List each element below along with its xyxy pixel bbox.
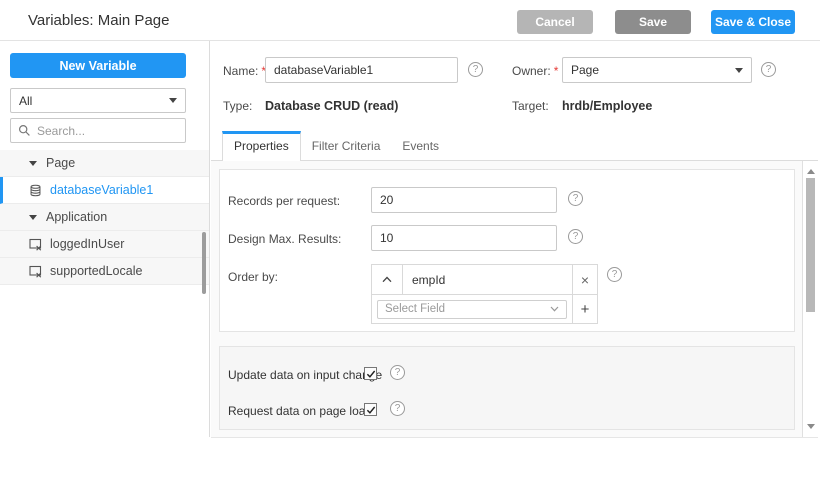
request-on-page-load-help-icon[interactable]: ? (390, 401, 405, 416)
order-by-widget: empId × Select Field + (371, 264, 598, 324)
required-marker: * (554, 64, 559, 78)
tree-item-label: databaseVariable1 (50, 183, 153, 197)
update-on-input-change-checkbox[interactable] (364, 367, 377, 380)
scroll-up-icon[interactable] (807, 169, 815, 174)
order-by-field-value: empId (403, 265, 572, 294)
design-max-results-input[interactable] (371, 225, 557, 251)
check-icon (366, 405, 376, 415)
tree-group-page[interactable]: Page (0, 150, 209, 177)
static-variable-icon (29, 265, 42, 278)
variables-dialog: Variables: Main Page ? Help New Variable… (0, 0, 820, 490)
new-variable-button[interactable]: New Variable (10, 53, 186, 78)
owner-label: Owner:* (512, 64, 558, 78)
tab-events[interactable]: Events (391, 131, 450, 161)
chevron-down-icon (169, 98, 177, 103)
static-variable-icon (29, 238, 42, 251)
tree-item-label: supportedLocale (50, 264, 142, 278)
cancel-button[interactable]: Cancel (517, 10, 593, 34)
chevron-down-icon (550, 306, 559, 312)
order-by-label: Order by: (228, 270, 278, 284)
content-scrollbar-thumb[interactable] (806, 178, 815, 312)
collapse-icon (29, 161, 37, 166)
tree-group-application[interactable]: Application (0, 204, 209, 231)
database-variable-icon (29, 184, 42, 197)
tabstrip: Properties Filter Criteria Events (222, 131, 450, 161)
records-per-request-input[interactable] (371, 187, 557, 213)
tree-group-label: Application (46, 210, 107, 224)
tree-item-label: loggedInUser (50, 237, 124, 251)
tree-item-loggedinuser[interactable]: loggedInUser (0, 231, 209, 258)
request-on-page-load-checkbox[interactable] (364, 403, 377, 416)
order-by-field-select[interactable]: Select Field (377, 300, 567, 319)
remove-field-button[interactable]: × (572, 265, 597, 294)
select-placeholder: Select Field (385, 303, 445, 315)
chevron-up-icon (382, 276, 392, 283)
variables-tree: Page databaseVariable1 Application logge… (0, 150, 209, 285)
name-label: Name:* (223, 64, 266, 78)
variable-filter-select[interactable]: All (10, 88, 186, 113)
check-icon (366, 369, 376, 379)
design-max-results-label: Design Max. Results: (228, 232, 341, 246)
design-max-results-help-icon[interactable]: ? (568, 229, 583, 244)
save-button[interactable]: Save (615, 10, 691, 34)
request-on-page-load-label: Request data on page load (228, 404, 372, 418)
name-input[interactable] (265, 57, 458, 83)
save-and-close-button[interactable]: Save & Close (711, 10, 795, 34)
collapse-icon (29, 215, 37, 220)
search-input[interactable] (37, 124, 192, 138)
tab-properties[interactable]: Properties (222, 131, 301, 161)
search-icon (18, 124, 31, 137)
chevron-down-icon (735, 68, 743, 73)
tab-filter-criteria[interactable]: Filter Criteria (301, 131, 392, 161)
sidebar-scrollbar-thumb[interactable] (202, 232, 206, 294)
dialog-footer (0, 438, 820, 490)
update-on-input-change-help-icon[interactable]: ? (390, 365, 405, 380)
order-by-select-cell: Select Field (372, 294, 572, 323)
owner-help-icon[interactable]: ? (761, 62, 776, 77)
type-label: Type: (223, 99, 252, 113)
type-value: Database CRUD (read) (265, 99, 398, 113)
update-on-input-change-label: Update data on input change (228, 368, 382, 382)
add-field-button[interactable]: + (572, 294, 597, 323)
name-help-icon[interactable]: ? (468, 62, 483, 77)
records-per-request-help-icon[interactable]: ? (568, 191, 583, 206)
target-label: Target: (512, 99, 549, 113)
tree-group-label: Page (46, 156, 75, 170)
sort-direction-button[interactable] (372, 265, 403, 294)
scroll-down-icon[interactable] (807, 424, 815, 429)
tree-item-supportedlocale[interactable]: supportedLocale (0, 258, 209, 285)
tree-item-databasevariable1[interactable]: databaseVariable1 (0, 177, 209, 204)
records-per-request-label: Records per request: (228, 194, 340, 208)
target-value: hrdb/Employee (562, 99, 652, 113)
owner-value: Page (571, 63, 599, 77)
variable-filter-value: All (19, 94, 32, 108)
order-by-help-icon[interactable]: ? (607, 267, 622, 282)
variable-search-box[interactable] (10, 118, 186, 143)
owner-select[interactable]: Page (562, 57, 752, 83)
content-scrollbar[interactable] (802, 161, 818, 437)
page-title: Variables: Main Page (28, 0, 169, 41)
